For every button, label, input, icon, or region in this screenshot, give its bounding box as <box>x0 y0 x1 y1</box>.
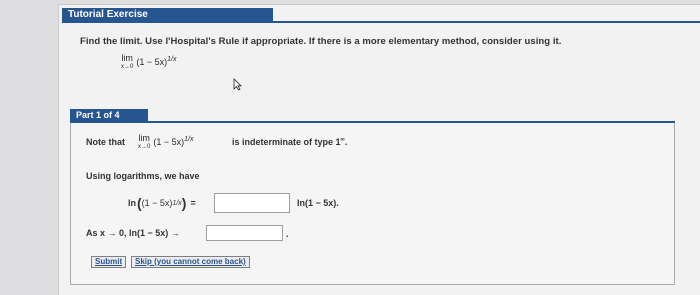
ln-expression: ln ( (1 − 5x) 1/x ) = <box>128 196 196 210</box>
note-period: . <box>344 137 348 147</box>
note-lim-subscript: x→0 <box>138 144 151 150</box>
question-text: Find the limit. Use l'Hospital's Rule if… <box>80 36 562 47</box>
note-limit-exponent: 1/x <box>184 136 194 143</box>
ln-right-text: ln(1 − 5x). <box>297 198 339 208</box>
as-period: . <box>286 229 289 239</box>
as-text: As x → 0, ln(1 − 5x) → <box>86 228 180 238</box>
note-prefix: Note that <box>86 137 125 147</box>
ln-base: (1 − 5x) <box>141 198 173 208</box>
note-limit-expression: lim x→0 (1 − 5x)1/x <box>138 133 193 151</box>
note-limit-base-text: (1 − 5x) <box>153 137 185 147</box>
lim-subscript: x→0 <box>121 64 134 70</box>
lim-word: lim <box>121 53 133 63</box>
note-limit-base: (1 − 5x)1/x <box>153 136 193 147</box>
limit-exponent: 1/x <box>167 56 177 63</box>
limit-base: (1 − 5x)1/x <box>136 56 176 67</box>
ln-close-paren: ) <box>181 195 187 211</box>
ln-exponent: 1/x <box>172 199 182 207</box>
mouse-cursor-icon <box>233 78 242 91</box>
limit-base-text: (1 − 5x) <box>136 57 168 67</box>
submit-button[interactable]: Submit <box>91 256 127 268</box>
header-divider <box>62 21 700 23</box>
skip-button[interactable]: Skip (you cannot come back) <box>131 256 250 268</box>
note-lim-word: lim <box>138 133 150 143</box>
note-suffix-text: is indeterminate of type 1 <box>232 137 341 147</box>
answer-input-2[interactable] <box>206 225 283 241</box>
note-suffix: is indeterminate of type 1∞. <box>232 137 347 147</box>
answer-input-1[interactable] <box>214 193 290 213</box>
tutorial-header: Tutorial Exercise <box>62 8 273 22</box>
limit-expression: lim x→0 (1 − 5x)1/x <box>121 53 176 71</box>
log-intro-text: Using logarithms, we have <box>86 171 200 181</box>
ln-prefix: ln <box>128 198 136 208</box>
equals-sign: = <box>190 198 196 208</box>
